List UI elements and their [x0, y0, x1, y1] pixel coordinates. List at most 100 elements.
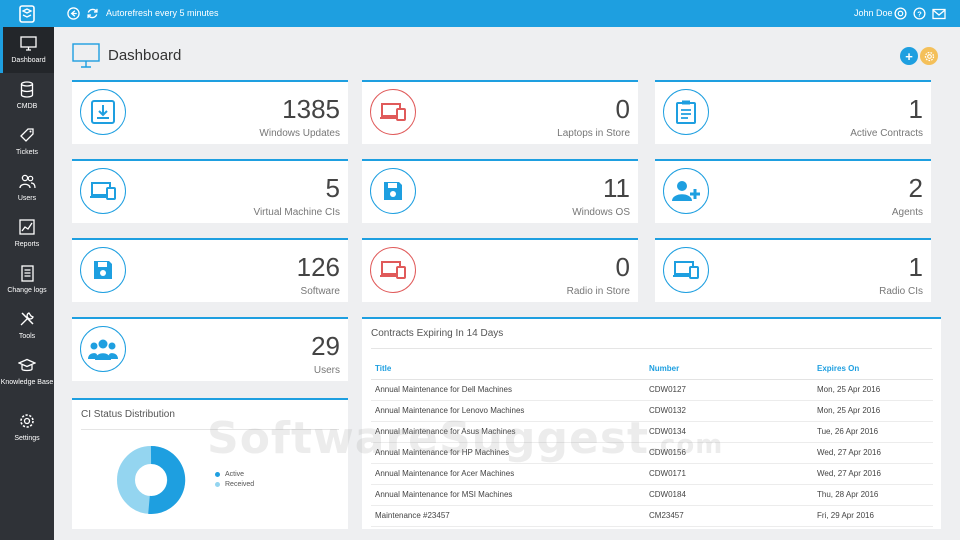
stat-value: 1385: [282, 94, 340, 124]
add-widget-button[interactable]: +: [900, 47, 918, 65]
user-name[interactable]: John Doe: [854, 8, 893, 18]
sidebar-item-label: Settings: [14, 435, 40, 442]
support-icon[interactable]: [893, 6, 908, 21]
legend-swatch: [215, 472, 220, 477]
sidebar-item-label: Reports: [14, 241, 40, 248]
tools-icon: [18, 310, 36, 328]
stat-value: 0: [615, 252, 630, 282]
devices-icon: [370, 247, 416, 293]
contract-expires: Mon, 25 Apr 2016: [813, 379, 933, 401]
column-header-number[interactable]: Number: [645, 359, 813, 380]
stat-value: 126: [296, 252, 340, 282]
stat-card-active-contracts[interactable]: 1 Active Contracts: [655, 80, 931, 144]
users-icon: [80, 326, 126, 372]
donut-segment-active[interactable]: [148, 445, 186, 514]
contract-title: Annual Maintenance for HP Machines: [371, 442, 645, 464]
column-header-expires-on[interactable]: Expires On: [813, 359, 933, 380]
stat-label: Windows OS: [572, 207, 630, 218]
contract-expires: Fri, 29 Apr 2016: [813, 505, 933, 527]
gear-icon: [924, 51, 934, 61]
sidebar: Dashboard CMDB Tickets Users Reports Cha…: [0, 27, 54, 540]
sidebar-item-reports[interactable]: Reports: [0, 211, 54, 257]
gear-icon: [18, 412, 36, 430]
sidebar-item-change-logs[interactable]: Change logs: [0, 257, 54, 303]
mail-icon[interactable]: [931, 6, 946, 21]
stat-card-radio-in-store[interactable]: 0 Radio in Store: [362, 238, 638, 302]
stat-card-users[interactable]: 29 Users: [72, 317, 348, 381]
contract-expires: Wed, 27 Apr 2016: [813, 442, 933, 464]
chart-icon: [18, 218, 36, 236]
contracts-panel: Contracts Expiring In 14 Days Title Numb…: [362, 317, 941, 529]
table-row[interactable]: Annual Maintenance for Acer Machines CDW…: [371, 463, 933, 485]
dashboard-header-icon: [72, 43, 100, 74]
table-row[interactable]: Annual Maintenance for MSI Machines CDW0…: [371, 484, 933, 506]
sidebar-item-tools[interactable]: Tools: [0, 303, 54, 349]
ci-status-donut: [117, 445, 186, 514]
stat-value: 29: [311, 331, 340, 361]
floppy-icon: [370, 168, 416, 214]
table-row[interactable]: Annual Maintenance for Lenovo Machines C…: [371, 400, 933, 422]
legend-swatch: [215, 482, 220, 487]
back-icon[interactable]: [66, 6, 81, 21]
contract-number: CDW0171: [645, 463, 813, 485]
contract-title: Annual Maintenance for Acer Machines: [371, 463, 645, 485]
devices-icon: [663, 247, 709, 293]
monitor-icon: [20, 34, 38, 52]
ci-status-panel: CI Status Distribution Active Received: [72, 398, 348, 529]
refresh-icon[interactable]: [85, 6, 100, 21]
contract-number: CDW0184: [645, 484, 813, 506]
table-row[interactable]: Annual Maintenance for HP Machines CDW01…: [371, 442, 933, 464]
sidebar-item-users[interactable]: Users: [0, 165, 54, 211]
settings-button[interactable]: [920, 47, 938, 65]
autorefresh-label: Autorefresh every 5 minutes: [106, 8, 219, 18]
table-row[interactable]: Maintenance #23457 CM23457 Fri, 29 Apr 2…: [371, 505, 933, 527]
stat-card-software[interactable]: 126 Software: [72, 238, 348, 302]
devices-icon: [80, 168, 126, 214]
stat-card-virtual-machine-cis[interactable]: 5 Virtual Machine CIs: [72, 159, 348, 223]
log-icon: [18, 264, 36, 282]
table-row[interactable]: Annual Maintenance for Asus Machines CDW…: [371, 421, 933, 443]
sidebar-item-dashboard[interactable]: Dashboard: [0, 27, 54, 73]
legend-label: Active: [225, 471, 245, 478]
users-icon: [18, 172, 36, 190]
stat-label: Users: [313, 365, 340, 376]
stat-card-laptops-in-store[interactable]: 0 Laptops in Store: [362, 80, 638, 144]
stat-card-radio-cis[interactable]: 1 Radio CIs: [655, 238, 931, 302]
stat-label: Virtual Machine CIs: [253, 207, 340, 218]
stat-card-windows-updates[interactable]: 1385 Windows Updates: [72, 80, 348, 144]
sidebar-item-label: Dashboard: [11, 57, 46, 64]
page-title: Dashboard: [108, 47, 182, 64]
stat-label: Radio in Store: [566, 286, 630, 297]
sidebar-item-tickets[interactable]: Tickets: [0, 119, 54, 165]
app-logo[interactable]: [0, 0, 54, 27]
stat-label: Windows Updates: [259, 128, 340, 139]
sidebar-item-cmdb[interactable]: CMDB: [0, 73, 54, 119]
contract-number: CM23457: [645, 505, 813, 527]
stat-value: 2: [908, 173, 923, 203]
sidebar-item-label: Tickets: [16, 149, 38, 156]
contract-expires: Thu, 28 Apr 2016: [813, 484, 933, 506]
contract-title: Maintenance #23457: [371, 505, 645, 527]
contract-title: Annual Maintenance for Asus Machines: [371, 421, 645, 443]
stat-label: Active Contracts: [850, 128, 923, 139]
sidebar-item-label: Users: [17, 195, 37, 202]
stat-card-agents[interactable]: 2 Agents: [655, 159, 931, 223]
contract-number: CDW0127: [645, 379, 813, 401]
sidebar-item-label: Knowledge Base: [0, 379, 54, 386]
contract-number: CDW0134: [645, 421, 813, 443]
clipboard-icon: [663, 89, 709, 135]
stat-card-windows-os[interactable]: 11 Windows OS: [362, 159, 638, 223]
sidebar-item-knowledge-base[interactable]: Knowledge Base: [0, 349, 54, 395]
column-header-title[interactable]: Title: [371, 359, 645, 380]
devices-icon: [370, 89, 416, 135]
stat-value: 1: [908, 252, 923, 282]
download-icon: [80, 89, 126, 135]
legend-label: Received: [225, 481, 255, 488]
contract-title: Annual Maintenance for Lenovo Machines: [371, 400, 645, 422]
sidebar-item-label: Change logs: [7, 287, 47, 294]
svg-text:?: ?: [917, 9, 922, 18]
stat-value: 11: [603, 173, 630, 203]
table-row[interactable]: Annual Maintenance for Dell Machines CDW…: [371, 379, 933, 401]
sidebar-item-settings[interactable]: Settings: [0, 405, 54, 451]
help-icon[interactable]: ?: [912, 6, 927, 21]
